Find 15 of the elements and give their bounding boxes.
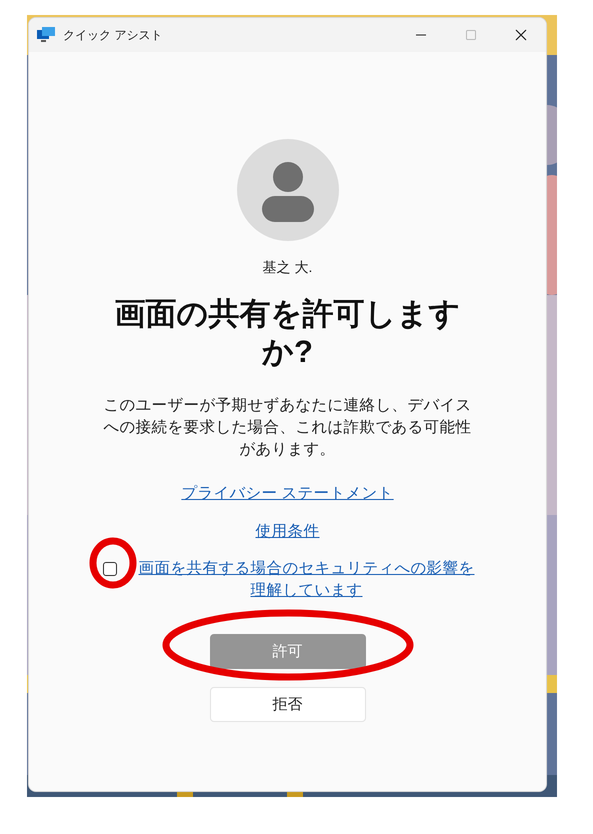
consent-checkbox[interactable]	[102, 562, 116, 576]
avatar-icon	[236, 139, 338, 241]
close-icon	[515, 29, 527, 41]
maximize-icon	[466, 30, 476, 40]
monitor-icon	[37, 27, 55, 43]
deny-button[interactable]: 拒否	[210, 687, 366, 722]
dialog-heading: 画面の共有を許可しますか?	[114, 295, 462, 371]
link[interactable]: プライバシー ステートメント	[181, 483, 394, 504]
window-title: クイック アシスト	[63, 26, 164, 44]
highlight-ellipse	[90, 538, 136, 588]
minimize-icon	[416, 34, 426, 36]
link[interactable]: 使用条件	[256, 521, 320, 542]
consent-link[interactable]: 画面を共有する場合のセキュリティへの影響を理解しています	[136, 558, 476, 602]
user-name: 基之 大.	[262, 259, 312, 277]
warning-message: このユーザーが予期せずあなたに連絡し、デバイスへの接続を要求した場合、これは詐欺である可能性があります。	[102, 396, 472, 460]
